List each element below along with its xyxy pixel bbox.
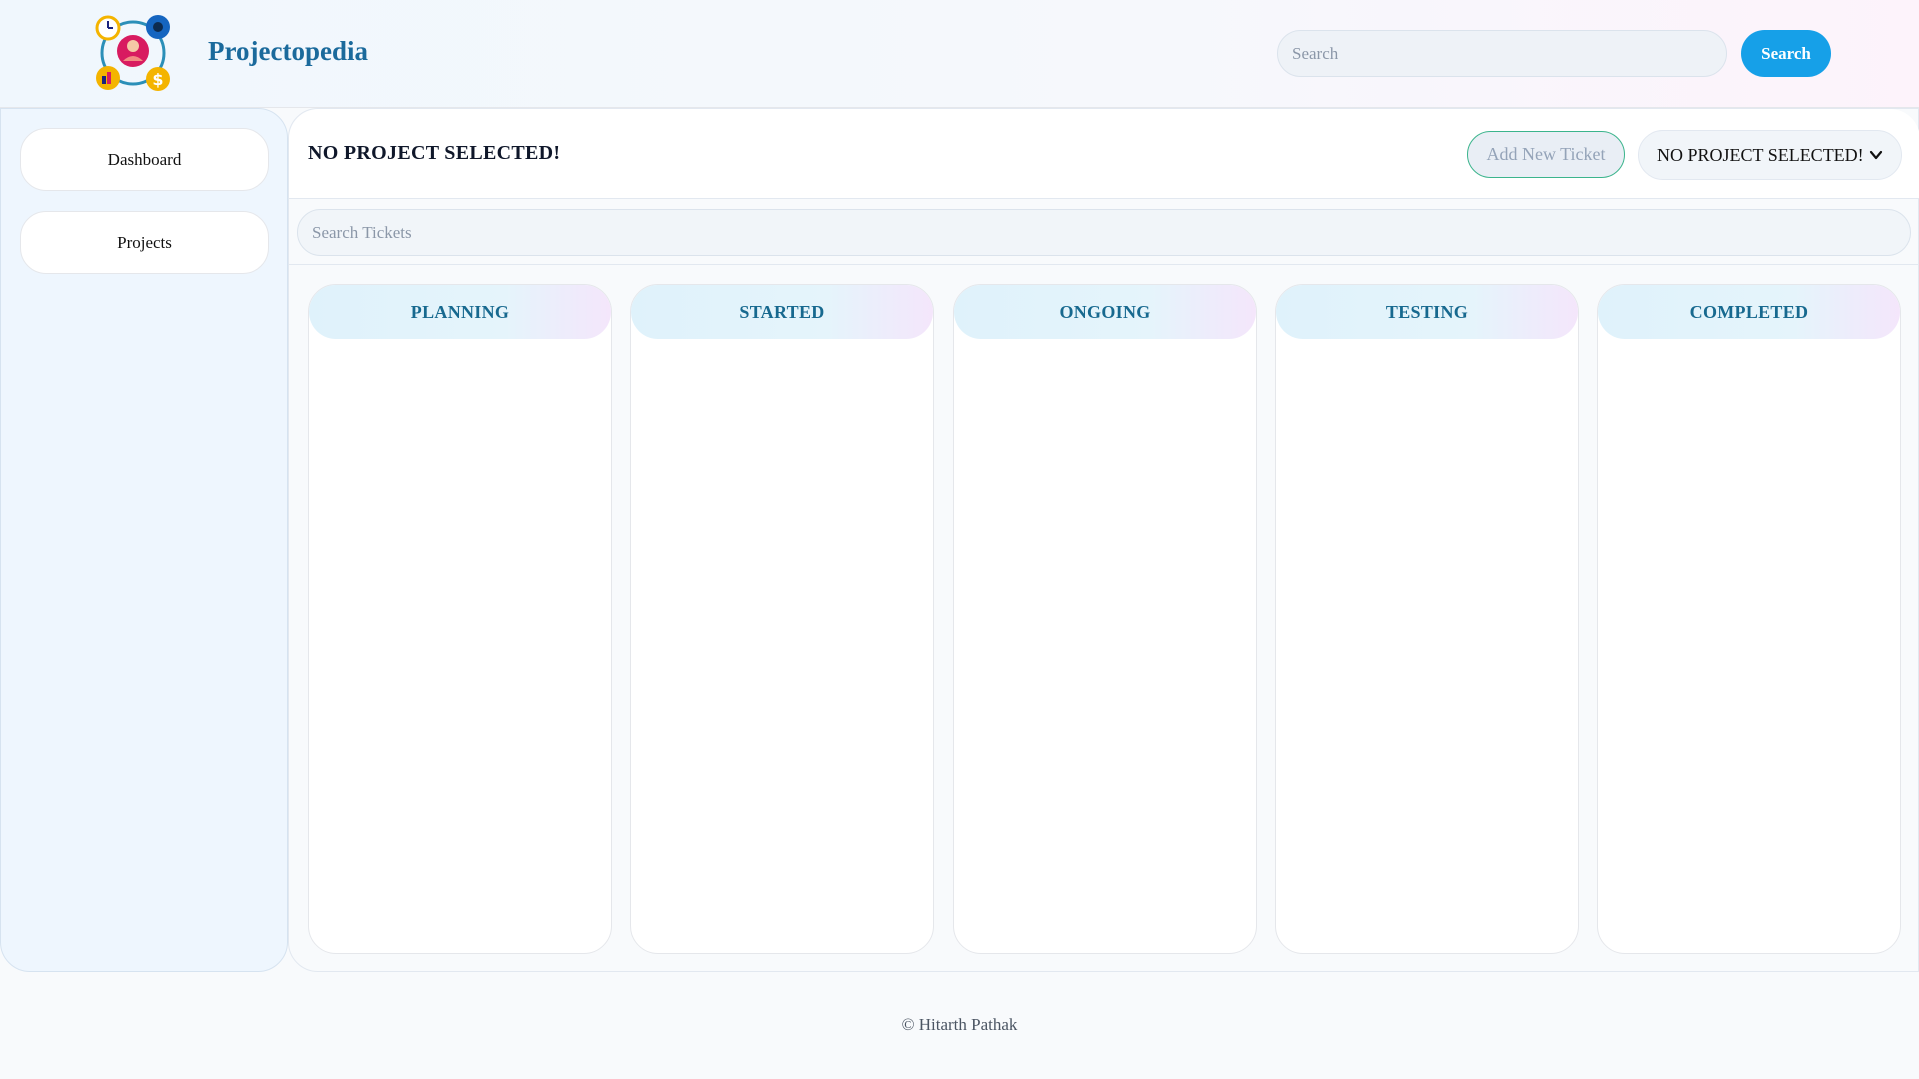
column-ongoing: ONGOING (953, 284, 1257, 954)
project-select[interactable]: NO PROJECT SELECTED! (1638, 130, 1902, 180)
chevron-down-icon (1869, 150, 1883, 160)
sidebar-item-dashboard[interactable]: Dashboard (20, 128, 269, 191)
column-header: PLANNING (309, 285, 611, 339)
column-testing: TESTING (1275, 284, 1579, 954)
svg-text:$: $ (152, 70, 163, 89)
column-planning: PLANNING (308, 284, 612, 954)
page-title: NO PROJECT SELECTED! (308, 142, 561, 164)
logo-icon: $ (95, 15, 170, 91)
add-ticket-button[interactable]: Add New Ticket (1467, 131, 1625, 178)
footer-copyright: © Hitarth Pathak (901, 1015, 1018, 1034)
main-panel: NO PROJECT SELECTED! Add New Ticket NO P… (288, 108, 1919, 972)
column-header: STARTED (631, 285, 933, 339)
column-header: ONGOING (954, 285, 1256, 339)
ticket-search-bar (289, 199, 1919, 265)
sidebar-item-projects[interactable]: Projects (20, 211, 269, 274)
column-header: TESTING (1276, 285, 1578, 339)
search-input[interactable] (1277, 30, 1727, 77)
column-started: STARTED (630, 284, 934, 954)
column-completed: COMPLETED (1597, 284, 1901, 954)
column-header: COMPLETED (1598, 285, 1900, 339)
project-toolbar: NO PROJECT SELECTED! Add New Ticket NO P… (289, 109, 1919, 199)
sidebar: Dashboard Projects (0, 108, 288, 972)
app-header: $ Projectopedia Search (0, 0, 1919, 108)
project-select-value: NO PROJECT SELECTED! (1657, 144, 1864, 165)
search-button[interactable]: Search (1741, 30, 1831, 77)
brand-title[interactable]: Projectopedia (208, 36, 368, 67)
ticket-search-input[interactable] (297, 209, 1911, 256)
